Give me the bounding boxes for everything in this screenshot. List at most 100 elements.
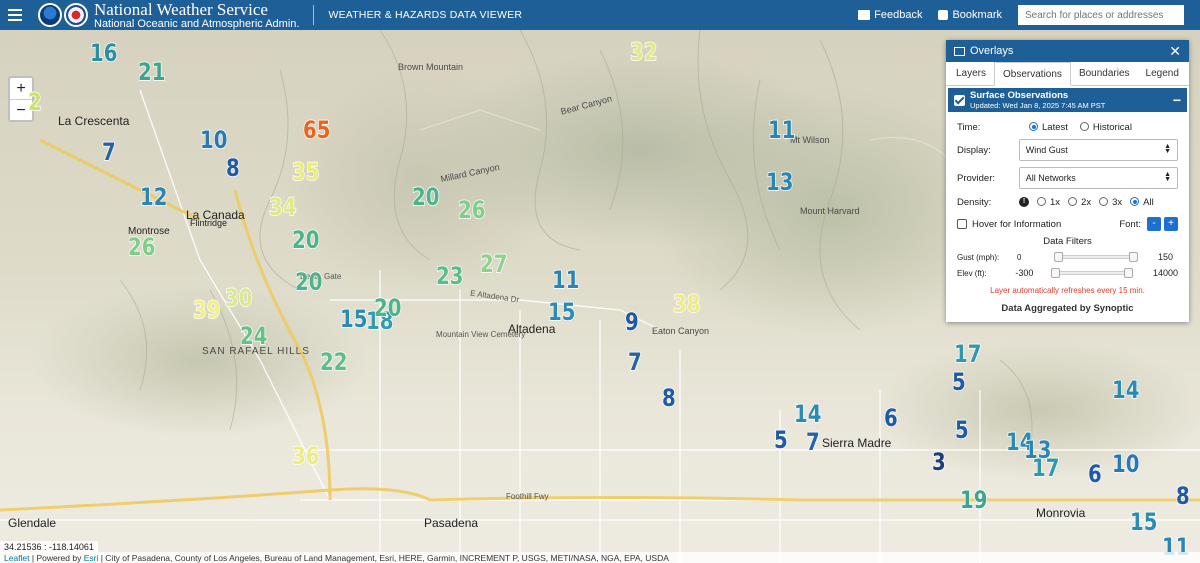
obs-marker[interactable]: 11 <box>767 117 796 143</box>
obs-marker[interactable]: 16 <box>89 40 118 66</box>
radio-icon <box>1130 197 1140 207</box>
obs-marker[interactable]: 36 <box>291 443 320 469</box>
feedback-button[interactable]: Feedback <box>858 9 922 21</box>
provider-select[interactable]: All Networks ▲ ▼ <box>1018 167 1178 189</box>
leaflet-link[interactable]: Leaflet <box>4 553 30 563</box>
obs-marker[interactable]: 11 <box>551 267 580 293</box>
obs-marker[interactable]: 19 <box>959 487 988 513</box>
obs-marker[interactable]: 20 <box>294 269 323 295</box>
time-historical-option[interactable]: Historical <box>1079 122 1132 133</box>
agency-logos[interactable] <box>38 3 88 27</box>
obs-marker[interactable]: 17 <box>953 341 982 367</box>
obs-marker[interactable]: 22 <box>319 349 348 375</box>
density-all-option[interactable]: All <box>1130 197 1154 208</box>
obs-marker[interactable]: 15 <box>339 306 368 332</box>
panel-title: Overlays <box>970 45 1014 57</box>
obs-marker[interactable]: 27 <box>479 251 508 277</box>
obs-marker[interactable]: 20 <box>291 227 320 253</box>
elev-range-slider[interactable] <box>1051 268 1133 278</box>
obs-marker[interactable]: 14 <box>1111 377 1140 403</box>
obs-marker[interactable]: 26 <box>457 197 486 223</box>
display-select[interactable]: Wind Gust ▲ ▼ <box>1018 139 1178 161</box>
obs-marker[interactable]: 6 <box>1087 461 1102 487</box>
provider-select-value: All Networks <box>1025 173 1076 183</box>
time-latest-option[interactable]: Latest <box>1029 122 1068 133</box>
noaa-logo <box>38 3 62 27</box>
tab-legend[interactable]: Legend <box>1138 62 1187 85</box>
info-icon[interactable]: ! <box>1019 197 1029 207</box>
obs-marker[interactable]: 7 <box>805 429 820 455</box>
gust-range-slider[interactable] <box>1054 252 1138 262</box>
select-arrows-icon: ▲ ▼ <box>1164 171 1171 183</box>
slider-handle[interactable] <box>1129 252 1138 262</box>
collapse-icon[interactable]: − <box>1173 92 1181 108</box>
obs-marker[interactable]: 5 <box>773 427 788 453</box>
obs-marker[interactable]: 39 <box>192 297 221 323</box>
slider-handle[interactable] <box>1054 252 1063 262</box>
obs-marker[interactable]: 7 <box>627 349 642 375</box>
obs-marker[interactable]: 38 <box>672 291 701 317</box>
place-label-pasadena: Pasadena <box>424 516 479 530</box>
obs-marker[interactable]: 13 <box>765 169 794 195</box>
obs-marker[interactable]: 2 <box>27 89 42 115</box>
obs-marker[interactable]: 17 <box>1031 455 1060 481</box>
obs-marker[interactable]: 8 <box>225 155 240 181</box>
tab-observations[interactable]: Observations <box>994 62 1071 86</box>
obs-marker[interactable]: 9 <box>624 309 639 335</box>
agency-title[interactable]: National Weather Service National Oceani… <box>94 1 299 30</box>
density-1x-option[interactable]: 1x <box>1037 197 1060 208</box>
radio-icon <box>1068 197 1078 207</box>
obs-marker[interactable]: 20 <box>411 184 440 210</box>
surface-observations-checkbox[interactable] <box>954 94 965 106</box>
slider-handle[interactable] <box>1051 268 1061 278</box>
obs-marker[interactable]: 5 <box>954 417 969 443</box>
obs-marker[interactable]: 8 <box>661 385 676 411</box>
elev-label: Elev (ft): <box>957 268 987 278</box>
attribution-text: | City of Pasadena, County of Los Angele… <box>98 553 669 563</box>
time-row: Time: Latest Historical <box>946 120 1189 134</box>
tab-layers[interactable]: Layers <box>948 62 994 85</box>
obs-marker[interactable]: 10 <box>199 127 228 153</box>
bookmark-button[interactable]: Bookmark <box>938 9 1002 21</box>
obs-marker[interactable]: 26 <box>127 234 156 260</box>
place-label-mountain-view-cemetery: Mountain View Cemetery <box>436 330 526 339</box>
obs-marker[interactable]: 12 <box>139 184 168 210</box>
font-increase-button[interactable]: + <box>1164 217 1178 231</box>
obs-marker[interactable]: 20 <box>373 295 402 321</box>
place-label-eaton-canyon: Eaton Canyon <box>652 326 710 336</box>
radio-icon <box>1029 122 1038 132</box>
obs-marker[interactable]: 34 <box>268 194 297 220</box>
agency-subtitle: National Oceanic and Atmospheric Admin. <box>94 17 300 30</box>
obs-marker[interactable]: 21 <box>137 59 166 85</box>
slider-handle[interactable] <box>1123 268 1133 278</box>
close-icon[interactable]: ✕ <box>1169 43 1181 60</box>
font-decrease-button[interactable]: - <box>1147 217 1161 231</box>
surface-observations-header[interactable]: Surface Observations Updated: Wed Jan 8,… <box>948 88 1187 112</box>
obs-marker[interactable]: 32 <box>629 39 658 65</box>
obs-marker[interactable]: 10 <box>1111 451 1140 477</box>
obs-marker[interactable]: 15 <box>1129 509 1158 535</box>
density-3x-option[interactable]: 3x <box>1099 197 1122 208</box>
obs-marker[interactable]: 24 <box>239 323 268 349</box>
obs-marker[interactable]: 6 <box>883 405 898 431</box>
app-title: WEATHER & HAZARDS DATA VIEWER <box>328 9 523 21</box>
obs-marker[interactable]: 35 <box>291 159 320 185</box>
obs-marker[interactable]: 23 <box>435 263 464 289</box>
esri-link[interactable]: Esri <box>84 553 99 563</box>
app-header: National Weather Service National Oceani… <box>0 0 1200 30</box>
hover-checkbox[interactable] <box>957 219 967 229</box>
density-2x-option[interactable]: 2x <box>1068 197 1091 208</box>
obs-marker[interactable]: 8 <box>1175 483 1190 509</box>
place-label-glendale: Glendale <box>8 516 57 530</box>
obs-marker[interactable]: 7 <box>101 139 116 165</box>
obs-marker[interactable]: 3 <box>931 449 946 475</box>
obs-marker[interactable]: 65 <box>302 117 331 143</box>
tab-boundaries[interactable]: Boundaries <box>1071 62 1138 85</box>
obs-marker[interactable]: 15 <box>547 299 576 325</box>
menu-icon[interactable] <box>0 0 30 30</box>
search-input[interactable] <box>1018 5 1184 25</box>
obs-marker[interactable]: 14 <box>793 401 822 427</box>
radio-icon <box>1099 197 1109 207</box>
obs-marker[interactable]: 30 <box>224 285 253 311</box>
obs-marker[interactable]: 5 <box>951 369 966 395</box>
